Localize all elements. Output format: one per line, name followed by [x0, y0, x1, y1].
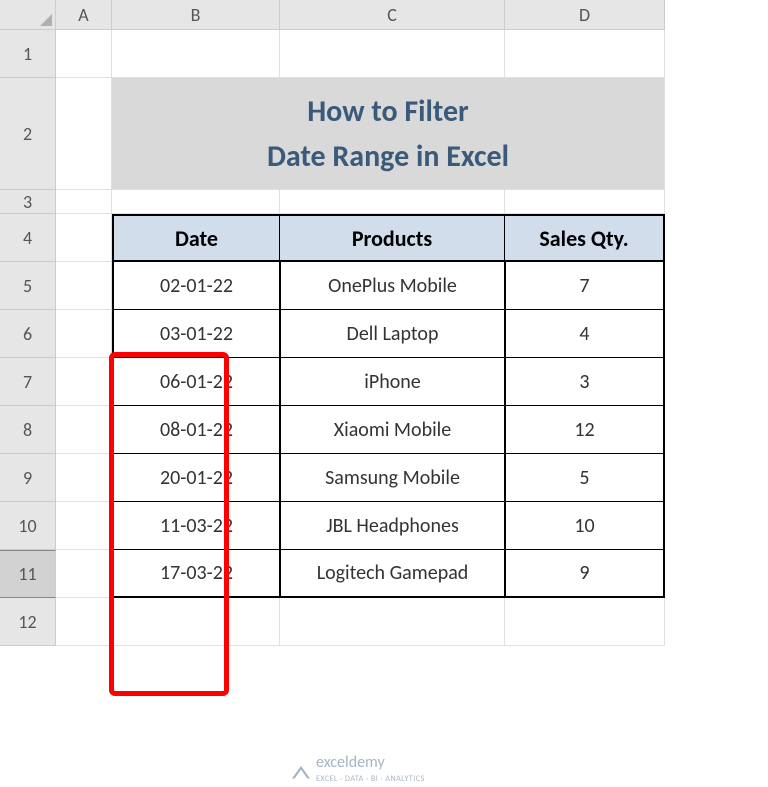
cell-a2[interactable]	[56, 78, 112, 190]
cell-a11[interactable]	[56, 550, 112, 598]
table-row[interactable]: 4	[505, 310, 665, 358]
cell-a5[interactable]	[56, 262, 112, 310]
table-row[interactable]: 3	[505, 358, 665, 406]
cell-a10[interactable]	[56, 502, 112, 550]
cell-a1[interactable]	[56, 30, 112, 78]
cell-b12[interactable]	[112, 598, 280, 646]
table-row[interactable]: 08-01-22	[112, 406, 280, 454]
table-row[interactable]: Logitech Gamepad	[280, 550, 505, 598]
table-row[interactable]: 10	[505, 502, 665, 550]
cell-b3[interactable]	[112, 190, 280, 214]
cell-a9[interactable]	[56, 454, 112, 502]
row-header-4[interactable]: 4	[0, 214, 56, 262]
table-header-date[interactable]: Date	[112, 214, 280, 262]
table-row[interactable]: iPhone	[280, 358, 505, 406]
row-header-10[interactable]: 10	[0, 502, 56, 550]
cell-a8[interactable]	[56, 406, 112, 454]
title-text: How to Filter Date Range in Excel	[267, 89, 509, 179]
table-row[interactable]: 9	[505, 550, 665, 598]
table-row[interactable]: 20-01-22	[112, 454, 280, 502]
col-header-a[interactable]: A	[56, 0, 112, 30]
table-row[interactable]: Samsung Mobile	[280, 454, 505, 502]
table-row[interactable]: JBL Headphones	[280, 502, 505, 550]
table-row[interactable]: 11-03-22	[112, 502, 280, 550]
cell-d12[interactable]	[505, 598, 665, 646]
select-all-corner[interactable]	[0, 0, 56, 30]
table-row[interactable]: 5	[505, 454, 665, 502]
table-row[interactable]: 7	[505, 262, 665, 310]
table-row[interactable]: 12	[505, 406, 665, 454]
table-header-sales[interactable]: Sales Qty.	[505, 214, 665, 262]
spreadsheet-grid[interactable]: A B C D 1 2 How to Filter Date Range in …	[0, 0, 768, 646]
col-header-d[interactable]: D	[505, 0, 665, 30]
cell-d1[interactable]	[505, 30, 665, 78]
cell-a4[interactable]	[56, 214, 112, 262]
table-header-products[interactable]: Products	[280, 214, 505, 262]
cell-d3[interactable]	[505, 190, 665, 214]
col-header-b[interactable]: B	[112, 0, 280, 30]
row-header-11[interactable]: 11	[0, 550, 56, 598]
cell-a3[interactable]	[56, 190, 112, 214]
row-header-1[interactable]: 1	[0, 30, 56, 78]
row-header-8[interactable]: 8	[0, 406, 56, 454]
row-header-7[interactable]: 7	[0, 358, 56, 406]
row-header-3[interactable]: 3	[0, 190, 56, 214]
cell-a12[interactable]	[56, 598, 112, 646]
table-row[interactable]: OnePlus Mobile	[280, 262, 505, 310]
col-header-c[interactable]: C	[280, 0, 505, 30]
table-row[interactable]: 06-01-22	[112, 358, 280, 406]
row-header-2[interactable]: 2	[0, 78, 56, 190]
table-row[interactable]: 02-01-22	[112, 262, 280, 310]
watermark-brand: exceldemy	[316, 755, 425, 771]
row-header-5[interactable]: 5	[0, 262, 56, 310]
watermark: exceldemy EXCEL · DATA · BI · ANALYTICS	[292, 755, 425, 784]
cell-b1[interactable]	[112, 30, 280, 78]
cell-c3[interactable]	[280, 190, 505, 214]
cell-a6[interactable]	[56, 310, 112, 358]
cell-c12[interactable]	[280, 598, 505, 646]
cell-c1[interactable]	[280, 30, 505, 78]
row-header-9[interactable]: 9	[0, 454, 56, 502]
table-row[interactable]: Dell Laptop	[280, 310, 505, 358]
watermark-tagline: EXCEL · DATA · BI · ANALYTICS	[316, 774, 425, 784]
table-row[interactable]: 17-03-22	[112, 550, 280, 598]
row-header-12[interactable]: 12	[0, 598, 56, 646]
cell-a7[interactable]	[56, 358, 112, 406]
table-row[interactable]: 03-01-22	[112, 310, 280, 358]
title-cell[interactable]: How to Filter Date Range in Excel	[112, 78, 665, 190]
watermark-icon	[292, 761, 310, 779]
row-header-6[interactable]: 6	[0, 310, 56, 358]
table-row[interactable]: Xiaomi Mobile	[280, 406, 505, 454]
